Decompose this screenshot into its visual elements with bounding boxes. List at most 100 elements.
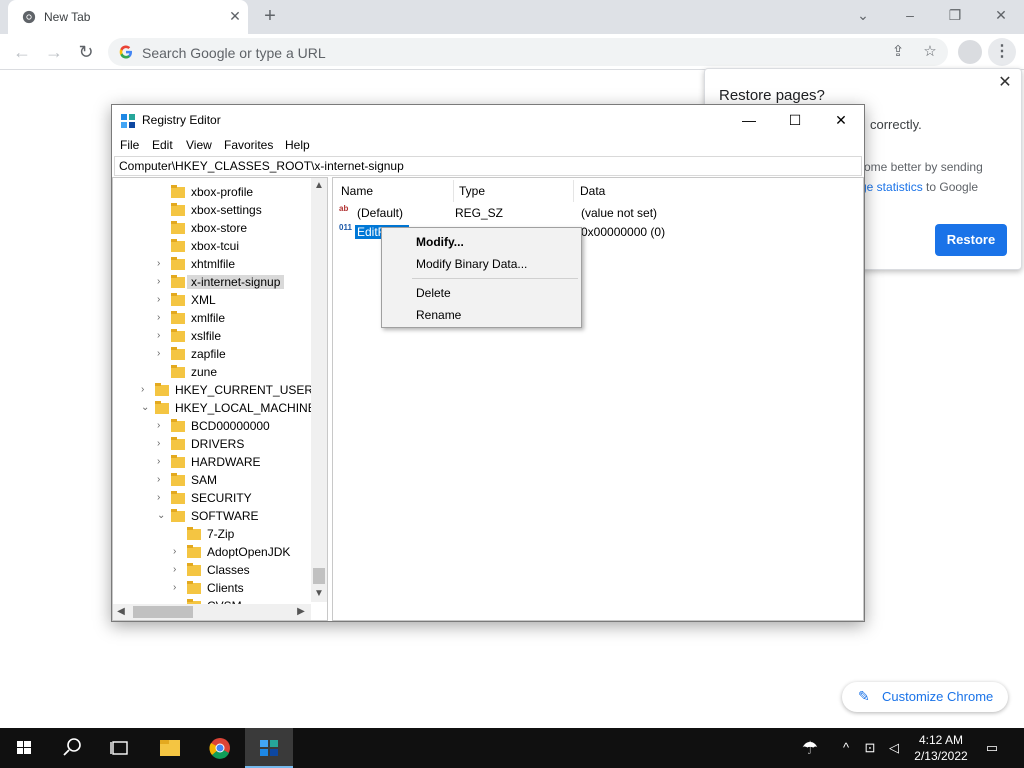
tab-new-tab[interactable]: New Tab ✕ xyxy=(8,0,248,34)
restore-window-button[interactable]: ❐ xyxy=(942,4,968,26)
usage-statistics-link[interactable]: ge statistics xyxy=(860,180,923,194)
menu-file[interactable]: File xyxy=(120,138,139,152)
tree-item[interactable]: xbox-store xyxy=(157,219,327,237)
restore-button[interactable]: Restore xyxy=(935,224,1007,256)
tree-scroll-thumb[interactable] xyxy=(313,568,325,584)
customize-chrome-button[interactable]: ✎ Customize Chrome xyxy=(842,682,1008,712)
scroll-up-icon[interactable]: ▲ xyxy=(311,178,327,194)
chevron-right-icon[interactable] xyxy=(157,366,167,378)
tree-item[interactable]: › DRIVERS xyxy=(157,435,327,453)
address-bar[interactable]: Computer\HKEY_CLASSES_ROOT\x-internet-si… xyxy=(114,156,862,176)
regedit-minimize-button[interactable]: — xyxy=(726,105,772,135)
chevron-right-icon[interactable]: › xyxy=(157,258,167,270)
chrome-menu-icon[interactable]: ⋮ xyxy=(988,38,1016,66)
chevron-right-icon[interactable]: › xyxy=(157,474,167,486)
tree-hscroll-thumb[interactable] xyxy=(133,606,193,618)
chevron-right-icon[interactable]: › xyxy=(157,312,167,324)
menu-item-delete[interactable]: Delete xyxy=(416,286,451,300)
back-icon[interactable]: ← xyxy=(10,40,34,64)
network-icon[interactable]: ⊡ xyxy=(860,738,880,758)
tree-item[interactable]: › x-internet-signup xyxy=(157,273,327,291)
tree-item[interactable]: ⌄ SOFTWARE xyxy=(157,507,327,525)
task-view-button[interactable] xyxy=(96,728,144,768)
tree-item[interactable]: › BCD00000000 xyxy=(157,417,327,435)
menu-edit[interactable]: Edit xyxy=(152,138,173,152)
tree-item[interactable]: xbox-tcui xyxy=(157,237,327,255)
tab-search-icon[interactable]: ⌄ xyxy=(850,4,876,26)
tree-item[interactable]: xbox-profile xyxy=(157,183,327,201)
tree-horizontal-scrollbar[interactable]: ◀ ▶ xyxy=(113,604,311,620)
chevron-right-icon[interactable]: › xyxy=(173,582,183,594)
regedit-close-button[interactable]: ✕ xyxy=(818,105,864,135)
chevron-right-icon[interactable] xyxy=(157,222,167,234)
file-explorer-button[interactable] xyxy=(146,728,194,768)
menu-view[interactable]: View xyxy=(186,138,212,152)
volume-icon[interactable]: ◁ xyxy=(884,738,904,758)
menu-item-rename[interactable]: Rename xyxy=(416,308,461,322)
chevron-right-icon[interactable]: › xyxy=(157,330,167,342)
menu-item-modify-binary[interactable]: Modify Binary Data... xyxy=(416,257,527,271)
close-window-button[interactable]: ✕ xyxy=(988,4,1014,26)
key-tree-pane[interactable]: xbox-profile xbox-settings xbox-store xbox-… xyxy=(112,177,328,621)
scroll-right-icon[interactable]: ▶ xyxy=(293,604,309,620)
tree-item[interactable]: › xslfile xyxy=(157,327,327,345)
column-data-header[interactable]: Data xyxy=(580,184,605,198)
bookmark-star-icon[interactable]: ☆ xyxy=(920,42,940,62)
menu-favorites[interactable]: Favorites xyxy=(224,138,273,152)
tree-item[interactable]: › SECURITY xyxy=(157,489,327,507)
chevron-right-icon[interactable]: › xyxy=(173,564,183,576)
chevron-right-icon[interactable]: › xyxy=(173,546,183,558)
search-button[interactable] xyxy=(48,728,96,768)
tree-item[interactable]: › HKEY_CURRENT_USER xyxy=(141,381,313,399)
tree-item[interactable]: ⌄ HKEY_LOCAL_MACHINE xyxy=(141,399,316,417)
tree-item[interactable]: › xmlfile xyxy=(157,309,327,327)
chevron-down-icon[interactable]: ⌄ xyxy=(157,510,167,522)
chevron-down-icon[interactable]: ⌄ xyxy=(141,402,151,414)
chevron-right-icon[interactable] xyxy=(157,204,167,216)
column-separator[interactable] xyxy=(573,180,574,202)
chevron-right-icon[interactable] xyxy=(173,528,183,540)
regedit-titlebar[interactable]: Registry Editor — ☐ ✕ xyxy=(112,105,864,135)
chevron-up-icon[interactable]: ^ xyxy=(836,738,856,758)
clock[interactable]: 4:12 AM 2/13/2022 xyxy=(910,732,972,764)
tree-item[interactable]: › AdoptOpenJDK xyxy=(173,543,327,561)
chevron-right-icon[interactable]: › xyxy=(157,492,167,504)
tree-item[interactable]: › XML xyxy=(157,291,327,309)
chevron-right-icon[interactable]: › xyxy=(157,456,167,468)
column-type-header[interactable]: Type xyxy=(459,184,485,198)
new-tab-button[interactable]: + xyxy=(258,5,282,29)
menu-item-modify[interactable]: Modify... xyxy=(416,235,464,249)
umbrella-icon[interactable]: ☂ xyxy=(800,738,820,758)
chevron-right-icon[interactable]: › xyxy=(157,348,167,360)
chevron-right-icon[interactable]: › xyxy=(141,384,151,396)
tree-item[interactable]: xbox-settings xyxy=(157,201,327,219)
reload-icon[interactable]: ↻ xyxy=(74,40,98,64)
tree-item[interactable]: › Clients xyxy=(173,579,327,597)
scroll-down-icon[interactable]: ▼ xyxy=(311,586,327,602)
profile-avatar-icon[interactable] xyxy=(958,40,982,64)
menu-help[interactable]: Help xyxy=(285,138,310,152)
forward-icon[interactable]: → xyxy=(42,40,66,64)
column-separator[interactable] xyxy=(453,180,454,202)
scroll-left-icon[interactable]: ◀ xyxy=(113,604,129,620)
notifications-icon[interactable]: ▭ xyxy=(982,738,1002,758)
start-button[interactable] xyxy=(0,728,48,768)
tree-item[interactable]: 7-Zip xyxy=(173,525,327,543)
chevron-right-icon[interactable]: › xyxy=(157,276,167,288)
regedit-maximize-button[interactable]: ☐ xyxy=(772,105,818,135)
column-name-header[interactable]: Name xyxy=(341,184,373,198)
chevron-right-icon[interactable]: › xyxy=(157,438,167,450)
value-row-default[interactable]: ab (Default) REG_SZ (value not set) xyxy=(337,204,857,222)
chevron-right-icon[interactable] xyxy=(157,240,167,252)
chevron-right-icon[interactable] xyxy=(157,186,167,198)
chevron-right-icon[interactable]: › xyxy=(157,294,167,306)
tree-item[interactable]: › zapfile xyxy=(157,345,327,363)
tree-item[interactable]: › SAM xyxy=(157,471,327,489)
chrome-taskbar-button[interactable] xyxy=(196,728,244,768)
tree-item[interactable]: › HARDWARE xyxy=(157,453,327,471)
close-icon[interactable]: ✕ xyxy=(995,73,1015,93)
tree-vertical-scrollbar[interactable]: ▲ ▼ xyxy=(311,178,327,602)
tree-item[interactable]: › Classes xyxy=(173,561,327,579)
tree-item[interactable]: › xhtmlfile xyxy=(157,255,327,273)
chevron-right-icon[interactable]: › xyxy=(157,420,167,432)
